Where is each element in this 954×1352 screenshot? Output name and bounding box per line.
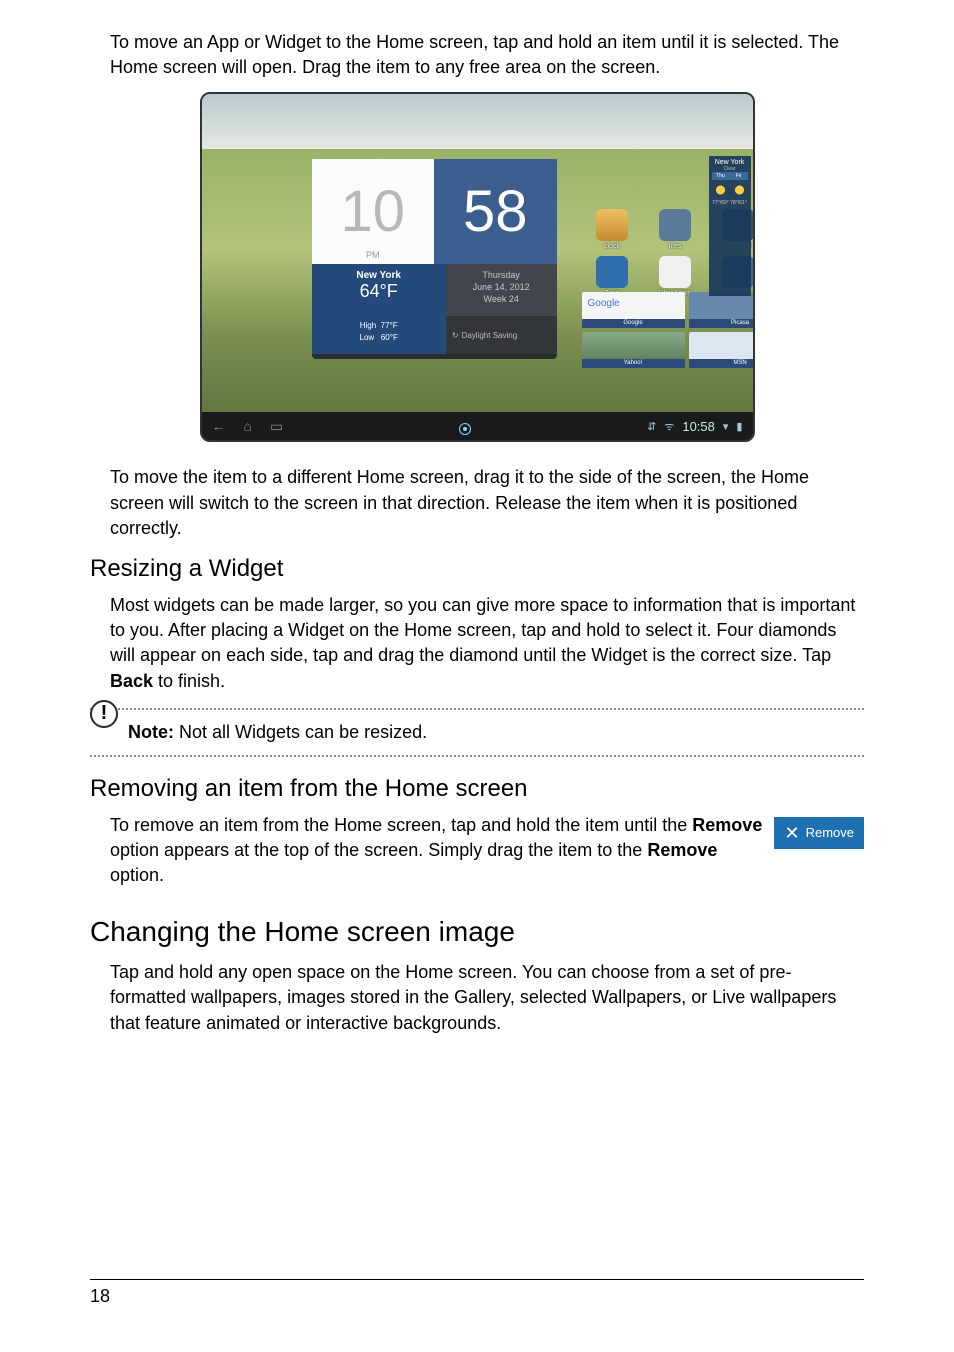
ring-icon[interactable] — [459, 423, 471, 435]
home-icon[interactable]: ⌂ — [244, 418, 252, 434]
clock-minute: 58 — [434, 159, 557, 264]
statusbar-clock: 10:58 — [682, 419, 715, 434]
page-number: 18 — [90, 1286, 110, 1306]
widgets-grid: GoogleGoogle Picasa Yahoo! MSN — [582, 292, 755, 368]
signal-icon: ▾ — [723, 420, 729, 433]
remove-option-illustration: ✕ Remove — [774, 817, 864, 849]
side-weather-widget: New York Clear ThuFri 77°/60° 78°/61° — [709, 156, 751, 296]
paragraph-move-side: To move the item to a different Home scr… — [90, 465, 864, 541]
date-info: Thursday June 14, 2012 Week 24 — [446, 264, 557, 316]
note-block: ! Note: Not all Widgets can be resized. — [90, 708, 864, 757]
status-icon: ⇵ — [647, 420, 656, 433]
weather-high-low: High 77°F Low 60°F — [312, 316, 446, 354]
page-footer: 18 — [90, 1279, 864, 1307]
close-icon: ✕ — [784, 824, 799, 842]
remove-label: Remove — [806, 825, 854, 840]
battery-icon: ▮ — [736, 420, 742, 433]
paragraph-remove: To remove an item from the Home screen, … — [90, 813, 864, 889]
system-navbar: ← ⌂ ▭ ⇵ ᯤ 10:58 ▾ ▮ — [202, 412, 753, 440]
clock-weather-widget: 10 PM 58 New York 64°F Thursday June 14,… — [312, 159, 557, 359]
note-body: Not all Widgets can be resized. — [174, 722, 427, 742]
paragraph-resize: Most widgets can be made larger, so you … — [90, 593, 864, 694]
clock-hour: 10 PM — [312, 159, 435, 264]
note-icon: ! — [90, 700, 118, 728]
recent-icon[interactable]: ▭ — [270, 418, 283, 435]
wifi-icon: ᯤ — [664, 419, 674, 434]
weather-location: New York 64°F — [312, 264, 446, 316]
heading-remove-item: Removing an item from the Home screen — [90, 775, 864, 803]
tablet-screenshot: 10 PM 58 New York 64°F Thursday June 14,… — [200, 92, 755, 442]
paragraph-move-item: To move an App or Widget to the Home scr… — [90, 30, 864, 80]
note-label: Note: — [128, 722, 174, 742]
heading-change-image: Changing the Home screen image — [90, 916, 864, 948]
home-screen-figure: 10 PM 58 New York 64°F Thursday June 14,… — [90, 92, 864, 447]
daylight-saving-label: ↻Daylight Saving — [446, 316, 557, 354]
back-icon[interactable]: ← — [212, 418, 226, 434]
heading-resize-widget: Resizing a Widget — [90, 555, 864, 583]
paragraph-change-image: Tap and hold any open space on the Home … — [90, 960, 864, 1036]
